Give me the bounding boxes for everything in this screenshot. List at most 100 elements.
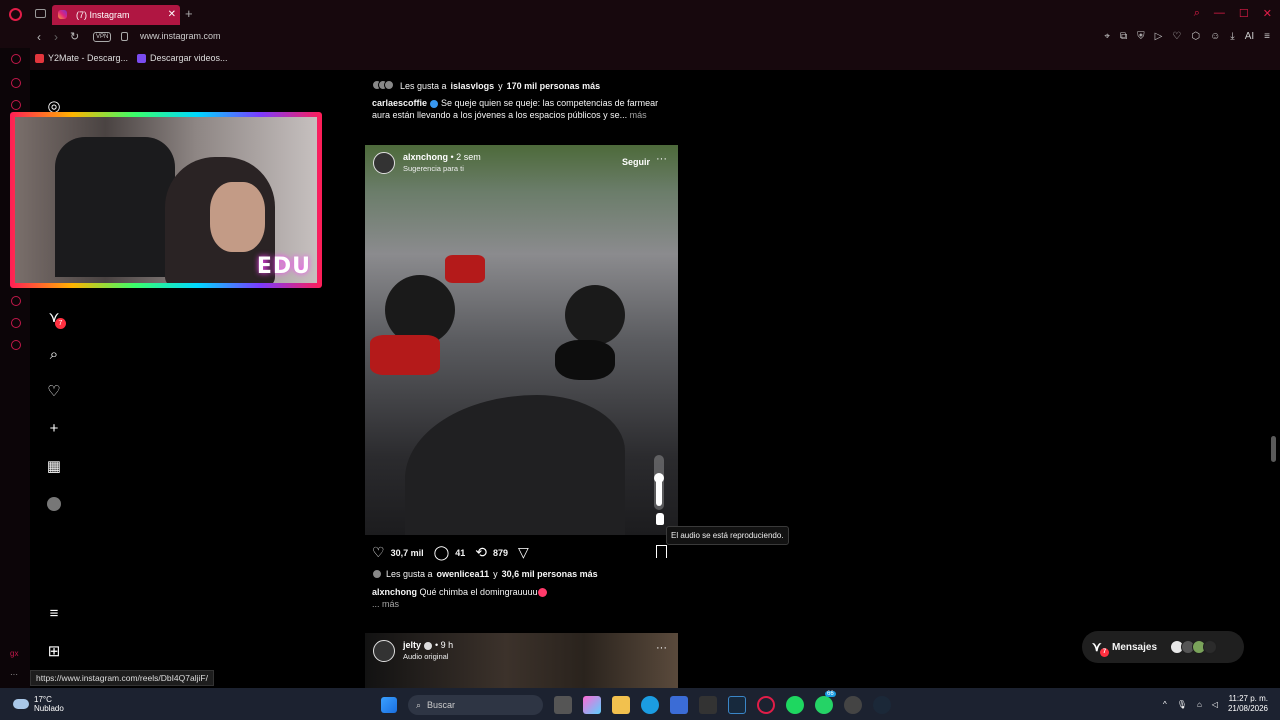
post-header: alxnchong • 2 sem Sugerencia para ti Seg… [373,150,673,174]
search-tabs-icon[interactable]: ⌕ [1194,7,1200,20]
create-icon[interactable]: + [44,418,64,438]
rider-arm [405,395,625,535]
store-icon[interactable] [670,696,688,714]
liked-conj: y [498,81,503,91]
instagram-favicon-icon [58,10,67,19]
bookmark-y2mate[interactable]: Y2Mate - Descarg... [35,53,128,63]
player-icon[interactable]: ▷ [1155,31,1163,42]
pin-icon[interactable]: ⌖ [1104,31,1110,42]
caption-user[interactable]: alxnchong [372,587,417,597]
liked-user[interactable]: owenlicea11 [437,569,490,579]
comment-count[interactable]: 41 [455,548,465,558]
more-sidebar-icon[interactable]: ··· [10,670,18,679]
post-username[interactable]: alxnchong [403,152,448,162]
tv-icon[interactable] [11,100,21,110]
minimize-icon[interactable]: — [1214,7,1225,20]
network-icon[interactable]: ⌂ [1197,700,1202,709]
heart-icon[interactable]: ♡ [1172,31,1181,42]
settings-icon[interactable] [11,340,21,350]
dashboard-icon[interactable]: ▦ [44,456,64,476]
messenger-icon[interactable] [11,78,21,88]
liked-count[interactable]: 30,6 mil personas más [502,569,598,579]
show-hidden-icon[interactable]: ^ [1163,700,1167,709]
bookmark-descargar-videos[interactable]: Descargar videos... [137,53,228,63]
search-icon[interactable]: ⌕ [44,344,64,364]
maximize-icon[interactable]: ☐ [1239,7,1249,20]
profile-avatar[interactable] [47,497,61,511]
repost-icon[interactable]: ⟲ [475,544,487,561]
shield-icon[interactable]: ⛨ [1137,31,1145,42]
weather-widget[interactable]: 17°C Nublado [13,695,64,713]
scrollbar[interactable] [1268,70,1280,688]
forward-icon[interactable]: › [54,30,58,44]
share-icon[interactable]: ▽ [518,544,529,561]
messages-button[interactable]: ⋎ 7 Mensajes [1082,631,1244,663]
time: 11:27 p. m. [1228,694,1268,703]
url-field[interactable]: www.instagram.com [140,31,221,41]
comment-icon[interactable]: ◯ [434,544,450,561]
save-icon[interactable] [656,545,667,558]
obs-icon[interactable] [844,696,862,714]
vpn-badge[interactable]: VPN [93,32,112,42]
vegas-icon[interactable] [728,696,746,714]
back-icon[interactable]: ‹ [37,30,41,44]
caption-user[interactable]: carlaescoffie [372,98,427,108]
opera-logo-icon[interactable] [9,8,22,21]
more-options-icon[interactable]: ··· [656,153,667,165]
file-explorer-icon[interactable] [612,696,630,714]
like-icon[interactable]: ♡ [372,544,385,561]
more-link[interactable]: más [630,110,647,120]
extensions-icon[interactable]: ⬡ [1191,31,1200,42]
follow-button[interactable]: Seguir [622,157,650,167]
apps-grid-icon[interactable]: ⊞ [44,641,64,661]
tab-instagram[interactable]: (7) Instagram ✕ [52,5,180,25]
notifications-badge: 7 [55,318,66,329]
post1-caption: carlaescoffie Se queje quien se queje: la… [372,97,672,121]
windows-start-icon[interactable] [381,697,397,713]
unity-icon[interactable] [699,696,717,714]
close-tab-icon[interactable]: ✕ [168,5,176,25]
downloads-icon[interactable]: ⤓ [1230,31,1234,42]
profile-icon[interactable]: ☺ [1210,31,1220,42]
lock-icon[interactable] [121,32,128,41]
post-username[interactable]: jelty [403,640,421,650]
microphone-icon[interactable]: 🎙 [1177,700,1187,709]
taskbar-search[interactable]: ⌕ Buscar [408,695,543,715]
copilot-icon[interactable] [583,696,601,714]
tab-title: (7) Instagram [76,10,130,20]
edge-icon[interactable] [641,696,659,714]
history-icon[interactable] [11,296,21,306]
new-tab-icon[interactable]: + [185,6,193,21]
steam-icon[interactable] [873,696,891,714]
post-video[interactable] [365,145,678,535]
volume-knob[interactable] [654,473,664,483]
reload-icon[interactable]: ↻ [70,30,79,43]
volume-slider[interactable] [654,455,664,510]
clock[interactable]: 11:27 p. m. 21/08/2026 [1228,694,1268,714]
opera-taskbar-icon[interactable] [757,696,775,714]
repost-count[interactable]: 879 [493,548,508,558]
close-window-icon[interactable]: ✕ [1263,7,1272,20]
more-options-icon[interactable]: ··· [656,642,667,654]
heart-icon[interactable]: ♡ [44,381,64,401]
whatsapp-icon[interactable]: 66 [815,691,836,714]
liked-count[interactable]: 170 mil personas más [507,81,601,91]
spotify-icon[interactable] [786,696,804,714]
like-count[interactable]: 30,7 mil [391,548,424,558]
liked-conj: y [493,569,498,579]
extensions-sidebar-icon[interactable] [11,318,21,328]
volume-icon[interactable]: ◁ [1212,700,1218,709]
aria-ai-button[interactable]: AI [1245,31,1254,42]
task-view-icon[interactable] [554,696,572,714]
aria-icon[interactable] [11,54,21,64]
gx-icon[interactable]: gx [10,649,18,658]
post-avatar[interactable] [373,152,395,174]
tab-overview-icon[interactable] [35,9,46,18]
post-avatar[interactable] [373,640,395,662]
snapshot-icon[interactable]: ⧉ [1120,31,1127,42]
liked-user[interactable]: islasvlogs [451,81,495,91]
more-menu-icon[interactable]: ≡ [44,603,64,623]
more-link[interactable]: ... más [372,599,399,609]
menu-icon[interactable]: ≡ [1264,31,1270,42]
scrollbar-thumb[interactable] [1271,436,1276,462]
